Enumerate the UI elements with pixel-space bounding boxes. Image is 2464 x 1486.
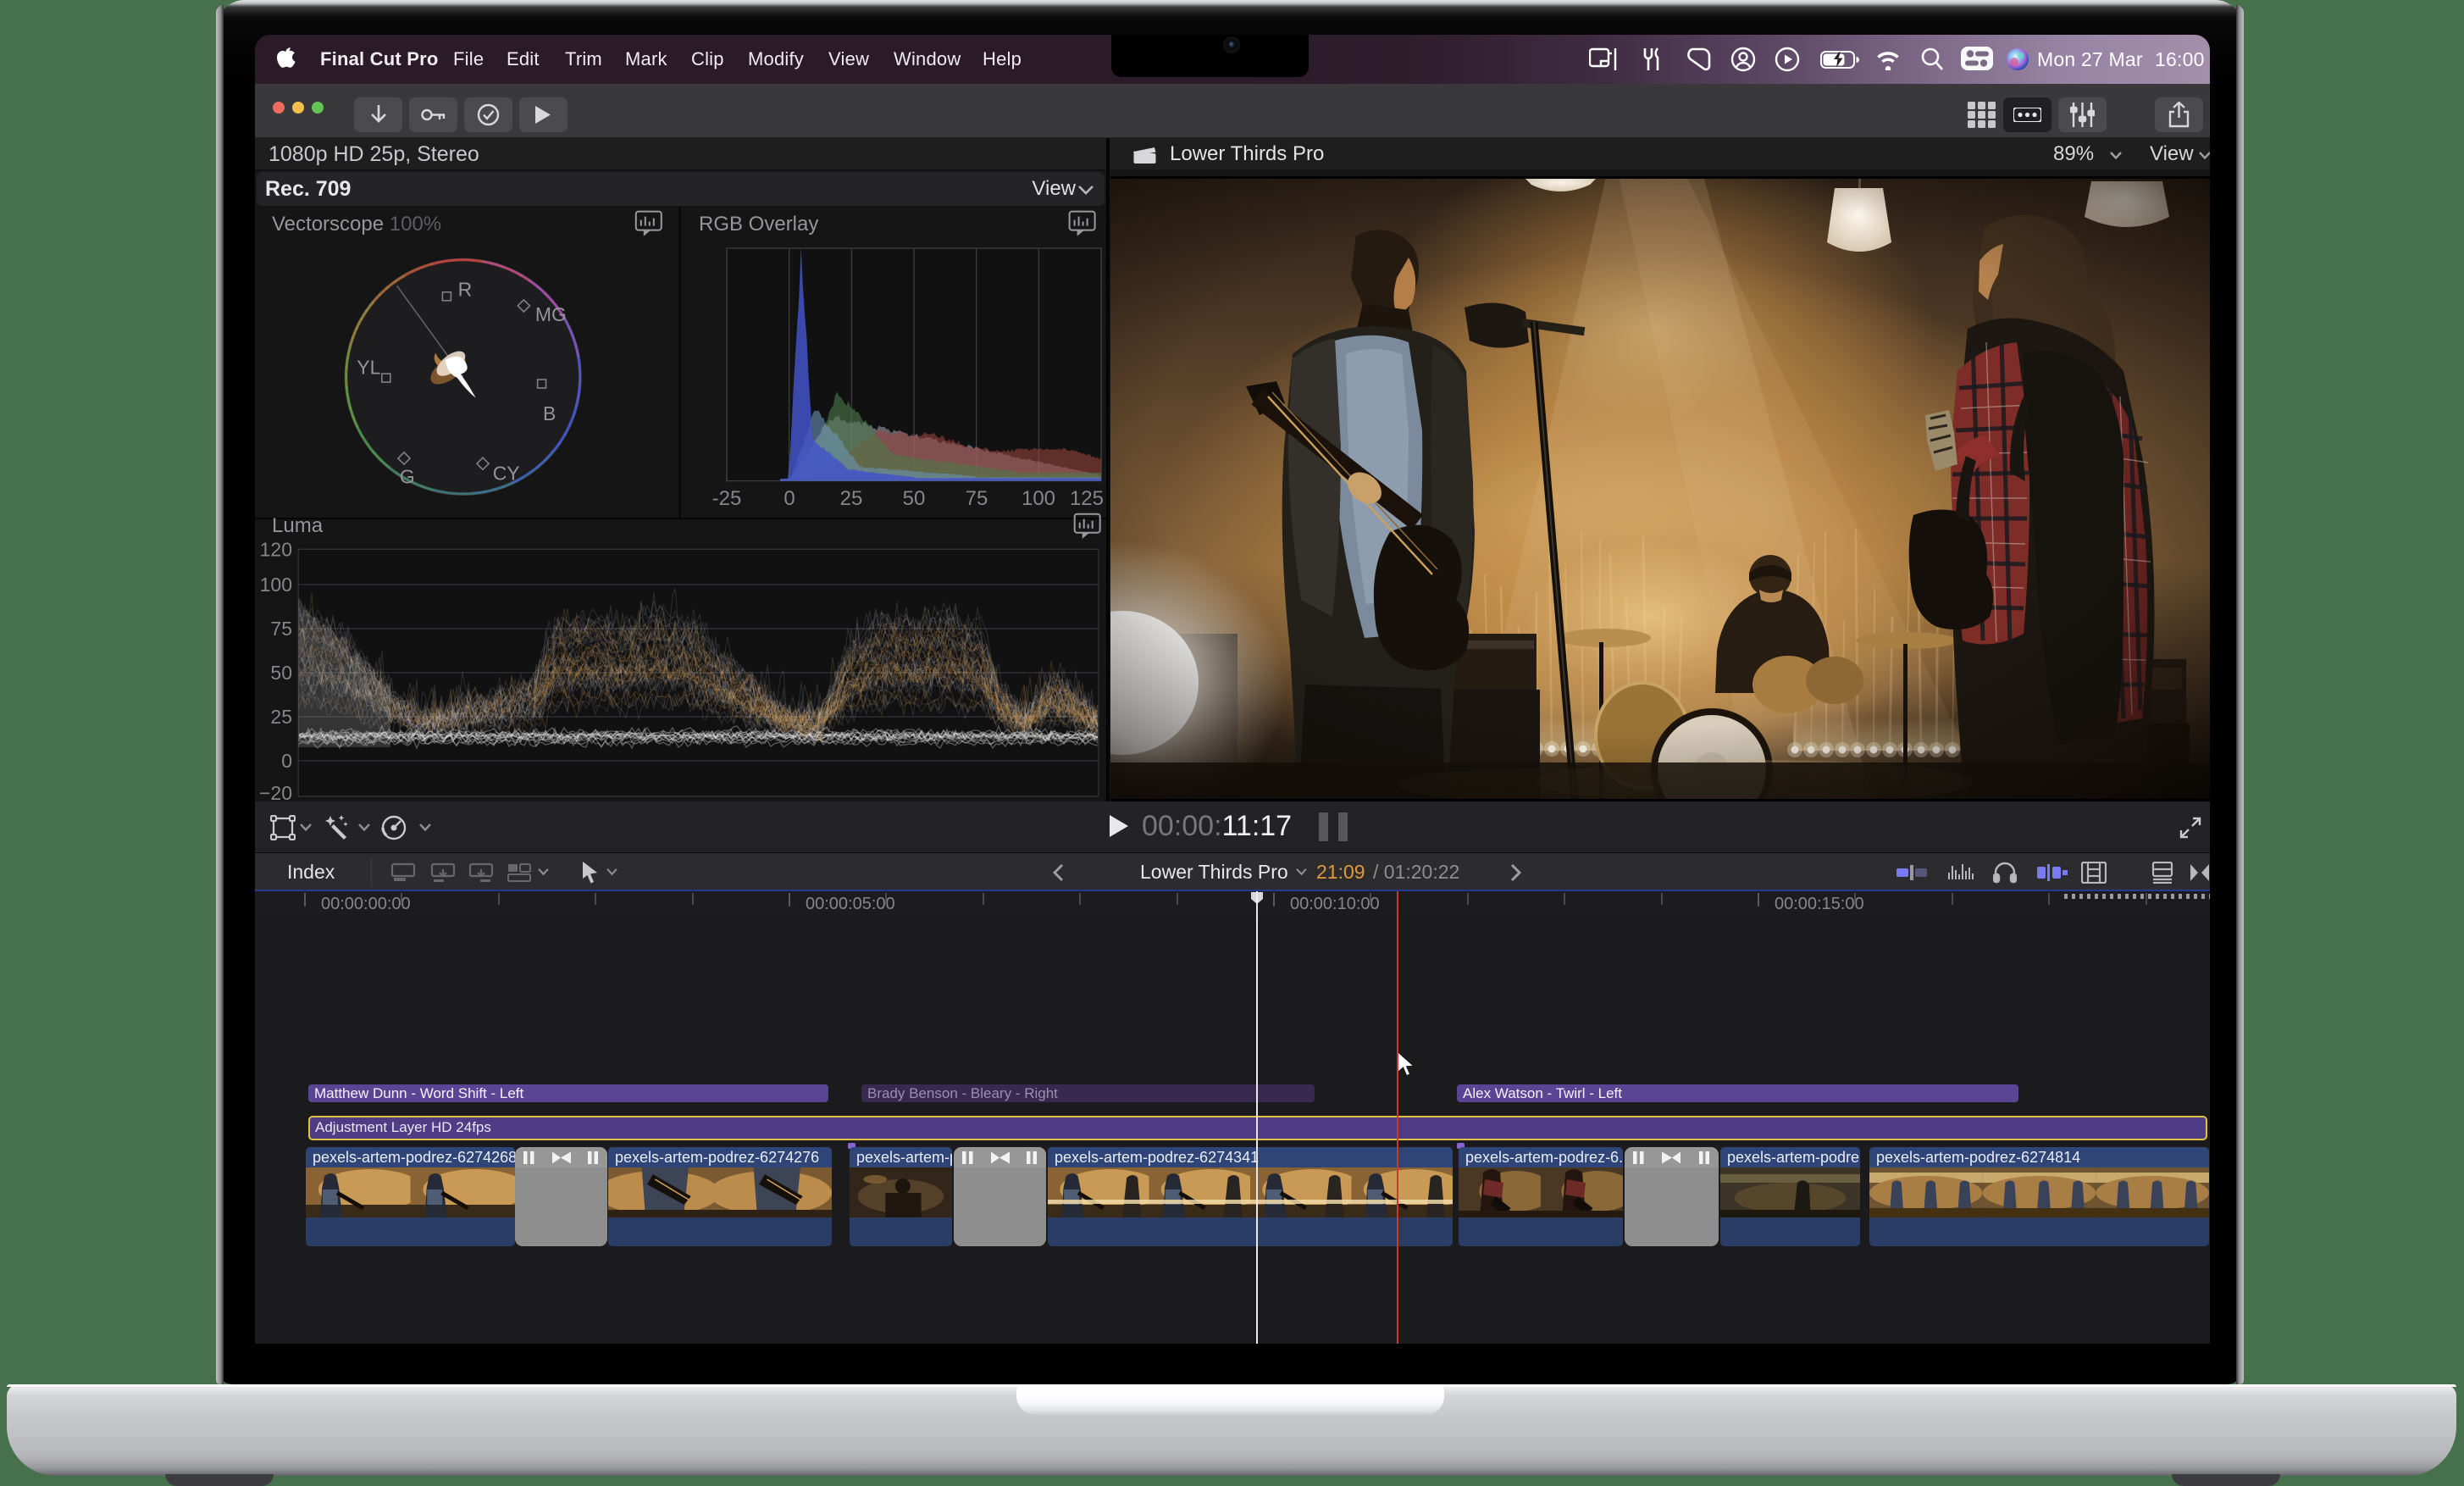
svg-text:0: 0 [783,487,795,510]
svg-text:0: 0 [281,750,292,772]
svg-text:50: 50 [270,662,292,684]
svg-text:-25: -25 [712,487,742,510]
svg-text:100: 100 [1022,487,1055,510]
svg-text:50: 50 [903,487,926,510]
svg-text:75: 75 [270,618,292,640]
svg-text:−20: −20 [259,782,292,801]
svg-text:YL: YL [357,357,380,379]
svg-text:120: 120 [260,538,292,560]
svg-text:125: 125 [1070,487,1104,510]
svg-text:G: G [400,466,415,488]
svg-text:75: 75 [966,487,988,510]
svg-text:25: 25 [270,706,292,728]
svg-text:CY: CY [493,462,520,484]
svg-text:B: B [543,402,556,424]
svg-text:100: 100 [260,574,292,596]
svg-text:R: R [458,279,473,301]
svg-text:25: 25 [840,487,863,510]
svg-text:MG: MG [535,303,567,325]
